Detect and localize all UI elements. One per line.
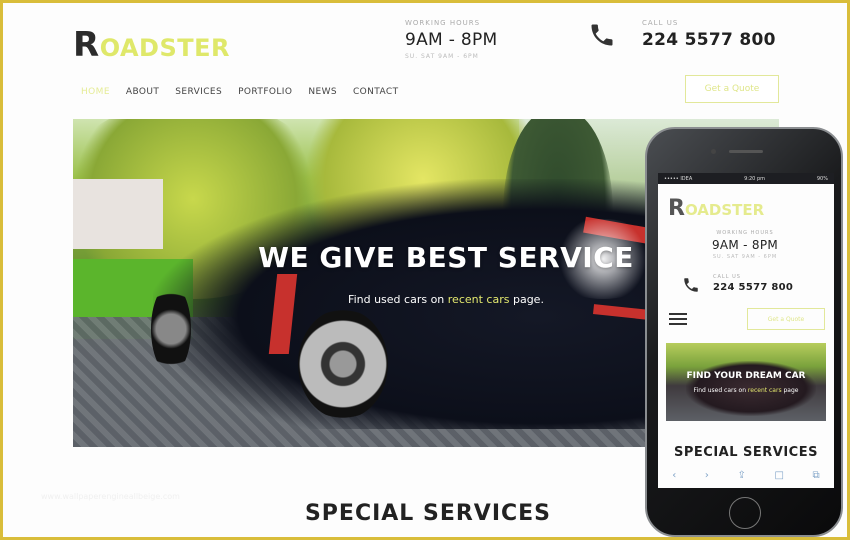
logo[interactable]: ROADSTER xyxy=(73,25,230,65)
mobile-hero-subtitle: Find used cars on recent cars page xyxy=(666,387,826,394)
nav-services[interactable]: SERVICES xyxy=(175,87,222,97)
status-bar: ••••• IDEA 9:20 pm 90% xyxy=(658,173,834,184)
hero-house xyxy=(73,179,163,249)
nav-about[interactable]: ABOUT xyxy=(126,87,159,97)
phone-camera xyxy=(711,149,716,154)
phone-speaker xyxy=(729,150,763,153)
main-nav: HOME ABOUT SERVICES PORTFOLIO NEWS CONTA… xyxy=(81,87,398,97)
status-time: 9:20 pm xyxy=(744,175,765,182)
mobile-working-hours: WORKING HOURS 9AM - 8PM SU. SAT 9AM - 6P… xyxy=(710,230,780,260)
get-quote-button[interactable]: Get a Quote xyxy=(685,75,779,103)
hours-sub: SU. SAT 9AM - 6PM xyxy=(712,254,778,260)
nav-portfolio[interactable]: PORTFOLIO xyxy=(238,87,292,97)
call-label: CALL US xyxy=(642,19,679,27)
logo-initial: R xyxy=(668,196,685,221)
watermark: www.wallpaperengineallbeige.com xyxy=(41,492,180,501)
browser-toolbar: ‹ › ⇪ □ ⧉ xyxy=(658,470,834,481)
hours-label: WORKING HOURS xyxy=(716,230,774,236)
recent-cars-link[interactable]: recent cars xyxy=(448,293,510,306)
hours-sub: SU. SAT 9AM - 6PM xyxy=(405,53,479,60)
battery: 90% xyxy=(816,175,828,182)
logo-rest: OADSTER xyxy=(99,34,230,62)
carrier: ••••• IDEA xyxy=(664,175,693,182)
phone-home-button xyxy=(729,497,761,529)
hours-value: 9AM - 8PM xyxy=(405,30,498,50)
nav-home[interactable]: HOME xyxy=(81,87,110,97)
phone-screen: ••••• IDEA 9:20 pm 90% ROADSTER WORKING … xyxy=(658,173,834,488)
mobile-call-us: CALL US 224 5577 800 xyxy=(713,274,793,293)
phone-icon xyxy=(588,21,616,49)
nav-news[interactable]: NEWS xyxy=(308,87,337,97)
logo-rest: OADSTER xyxy=(684,201,765,219)
hero-sub-text: page xyxy=(781,387,799,394)
call-label: CALL US xyxy=(713,274,741,280)
hero-sub-text: Find used cars on xyxy=(348,293,448,306)
recent-cars-link[interactable]: recent cars xyxy=(748,387,782,394)
call-value[interactable]: 224 5577 800 xyxy=(642,30,776,50)
mobile-get-quote-button[interactable]: Get a Quote xyxy=(747,308,825,330)
share-icon[interactable]: ⇪ xyxy=(737,470,745,481)
call-us: CALL US 224 5577 800 xyxy=(642,19,776,50)
hours-label: WORKING HOURS xyxy=(405,19,481,27)
car-wheel xyxy=(298,309,388,419)
hours-value: 9AM - 8PM xyxy=(711,238,779,252)
phone-mockup: ••••• IDEA 9:20 pm 90% ROADSTER WORKING … xyxy=(645,127,843,537)
phone-icon xyxy=(682,276,700,294)
hero-sub-text: page. xyxy=(509,293,544,306)
mobile-hero-title: FIND YOUR DREAM CAR xyxy=(686,371,806,381)
working-hours: WORKING HOURS 9AM - 8PM SU. SAT 9AM - 6P… xyxy=(405,19,498,60)
hero-sub-text: Find used cars on xyxy=(693,387,748,394)
mobile-section-title: SPECIAL SERVICES xyxy=(674,445,818,460)
forward-icon[interactable]: › xyxy=(705,470,709,481)
bookmarks-icon[interactable]: □ xyxy=(774,470,783,481)
tabs-icon[interactable]: ⧉ xyxy=(813,470,820,481)
call-value[interactable]: 224 5577 800 xyxy=(713,282,793,293)
page-frame: ROADSTER WORKING HOURS 9AM - 8PM SU. SAT… xyxy=(0,0,850,540)
logo-initial: R xyxy=(73,25,100,65)
nav-contact[interactable]: CONTACT xyxy=(353,87,398,97)
mobile-hero-banner: FIND YOUR DREAM CAR Find used cars on re… xyxy=(666,343,826,421)
mobile-logo[interactable]: ROADSTER xyxy=(668,196,764,221)
back-icon[interactable]: ‹ xyxy=(672,470,676,481)
hamburger-menu-icon[interactable] xyxy=(669,313,687,328)
